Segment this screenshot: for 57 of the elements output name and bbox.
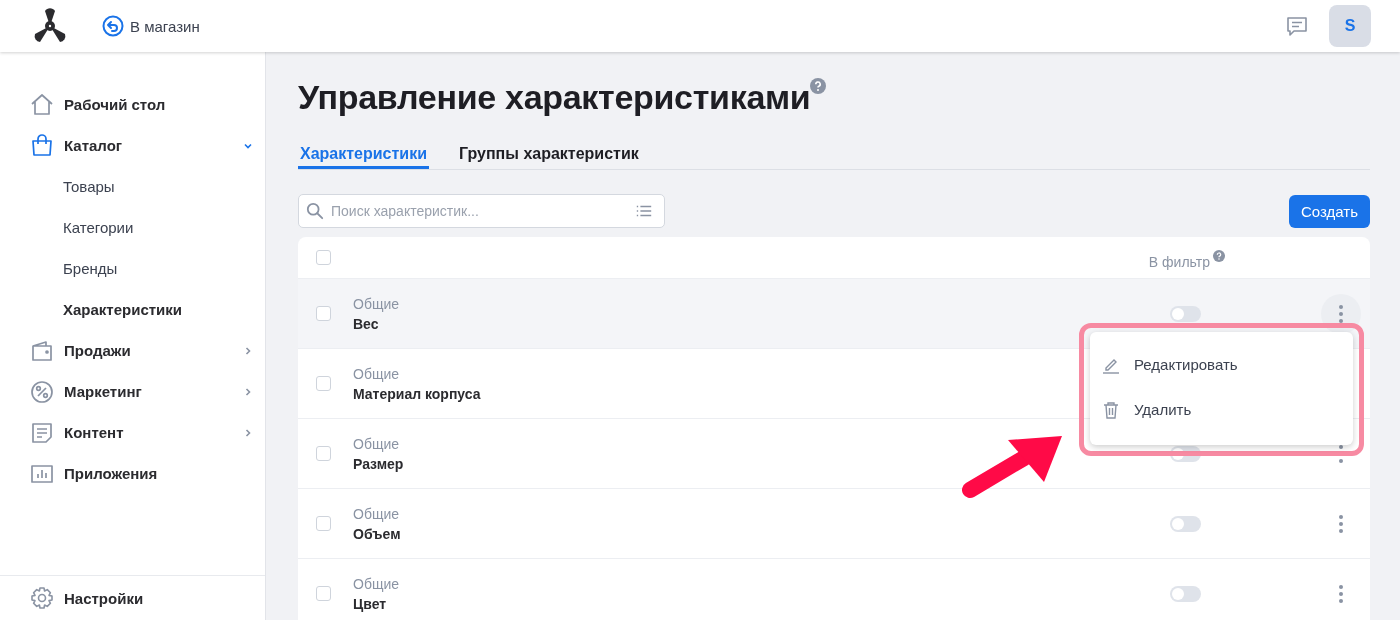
sidebar-item[interactable]: Рабочий стол [0,84,265,125]
group-name: Общие [353,365,401,382]
shopping-bag-icon [30,133,54,158]
create-button[interactable]: Создать [1289,194,1370,228]
group-name: Общие [353,435,401,452]
group-name: Общие [353,505,401,522]
page-title: Управление характеристиками [298,78,811,117]
more-icon [1339,304,1343,323]
checkbox[interactable] [316,516,331,531]
sidebar-item[interactable]: Продажи [0,330,265,371]
table-row[interactable]: Общие Объем [298,488,1370,558]
help-icon[interactable] [1213,249,1225,262]
document-icon [30,420,54,445]
filter-toggle[interactable] [1170,305,1201,322]
tab[interactable]: Характеристики [298,145,429,169]
help-icon[interactable] [810,78,827,94]
column-header: В фильтр [1148,253,1210,270]
sidebar-item[interactable]: Маркетинг [0,371,265,412]
chevron-right-icon [243,427,253,438]
characteristic-name: Объем [353,525,401,542]
chevron-right-icon [243,386,253,397]
wallet-icon [30,338,54,363]
checkbox[interactable] [316,446,331,461]
characteristic-name: Вес [353,315,380,332]
sidebar-item[interactable]: Каталог [0,125,265,166]
highlighted-row[interactable]: Общие Вес [298,278,1370,348]
sidebar-subitem[interactable]: Категории [0,207,265,248]
home-icon [30,92,54,117]
checkbox[interactable] [316,376,331,391]
percent-icon [30,379,54,404]
more-icon [1339,584,1343,603]
tab[interactable]: Группы характеристик [457,145,641,169]
group-name: Общие [353,575,400,592]
group-name: Общие [353,295,400,312]
filter-toggle[interactable] [1170,585,1201,602]
sidebar-subitem[interactable]: Характеристики [0,289,265,330]
sidebar-item[interactable]: Контент [0,412,265,453]
chat-icon[interactable] [1285,14,1309,38]
chevron-right-icon [243,345,253,356]
filter-toggle[interactable] [1170,515,1201,532]
search-field[interactable]: Поиск характеристик... [298,194,665,228]
settings-item[interactable]: Настройки [0,575,265,620]
table-row[interactable]: Общие Цвет [298,558,1370,620]
characteristic-name: Размер [353,455,404,472]
checkbox[interactable] [316,250,331,265]
checkbox[interactable] [316,586,331,601]
back-to-store-link[interactable]: В магазин [102,15,200,37]
search-icon [306,202,324,220]
checkbox[interactable] [316,306,331,321]
sidebar-item[interactable]: Приложения [0,453,265,494]
more-icon [1339,514,1343,533]
sidebar-subitem[interactable]: Товары [0,166,265,207]
sidebar-subitem[interactable]: Бренды [0,248,265,289]
characteristic-name: Цвет [353,595,388,612]
settings-icon [30,586,54,610]
trash-icon [1102,400,1120,419]
characteristic-name: Материал корпуса [353,385,481,402]
